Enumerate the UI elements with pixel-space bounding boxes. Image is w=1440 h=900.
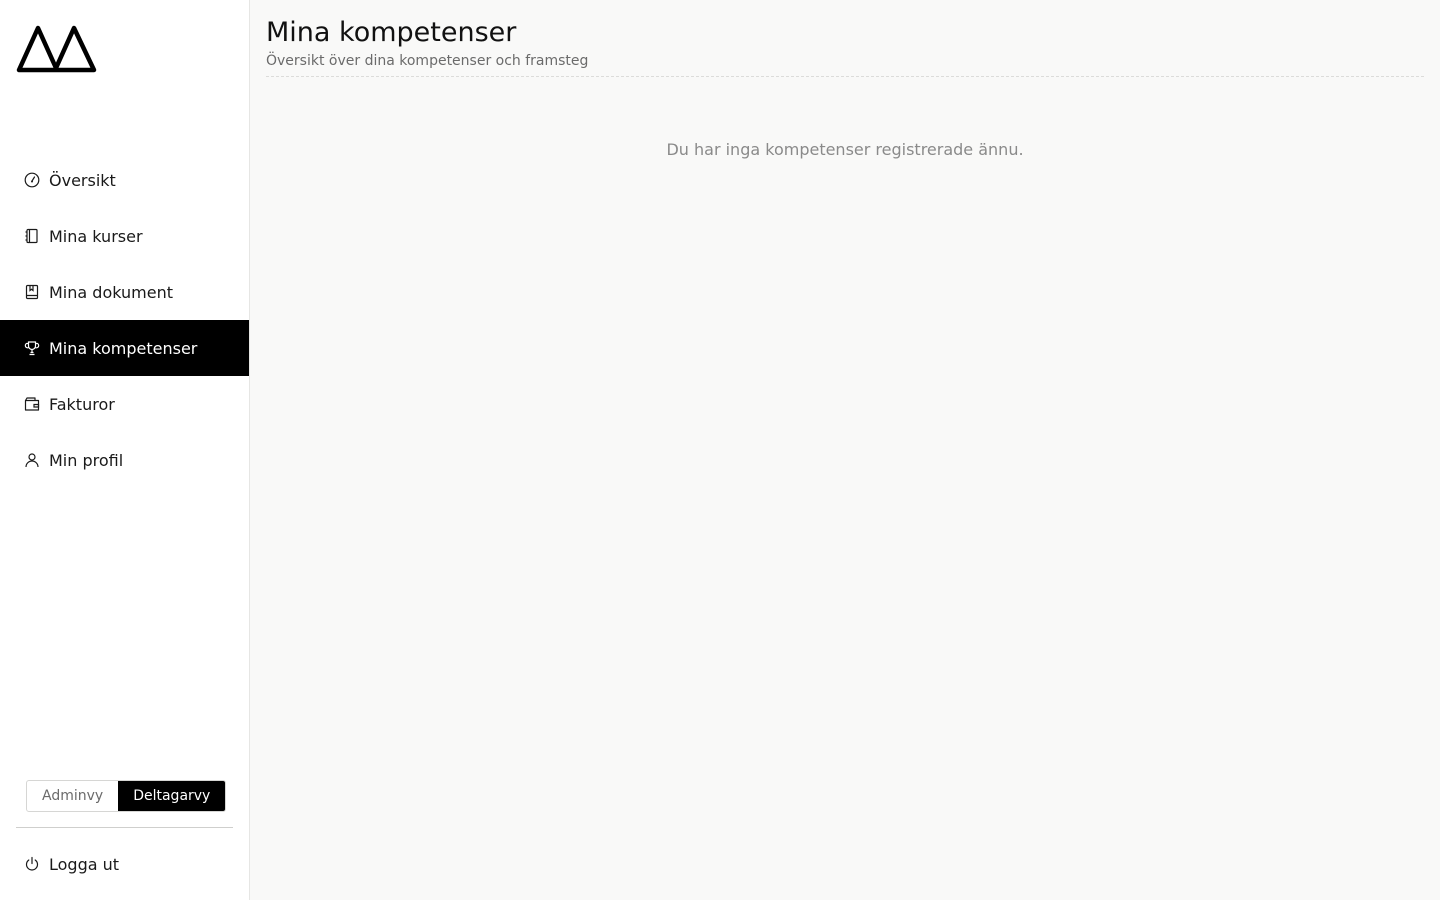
empty-state-message: Du har inga kompetenser registrerade änn… <box>666 140 1024 159</box>
admin-view-button[interactable]: Adminvy <box>27 781 118 811</box>
book-icon <box>24 284 40 300</box>
sidebar-item-oversikt[interactable]: Översikt <box>0 152 249 208</box>
logout-label: Logga ut <box>49 854 120 874</box>
sidebar-item-min-profil[interactable]: Min profil <box>0 432 249 488</box>
page-subtitle: Översikt över dina kompetenser och frams… <box>266 53 589 69</box>
logout-button[interactable]: Logga ut <box>0 836 249 892</box>
view-toggle: Adminvy Deltagarvy <box>26 780 227 812</box>
sidebar-item-label: Mina kompetenser <box>49 338 198 358</box>
user-icon <box>24 452 40 468</box>
header-divider <box>266 76 1424 77</box>
sidebar-item-label: Min profil <box>49 450 124 470</box>
brand-logo[interactable] <box>16 22 98 74</box>
sidebar-item-mina-dokument[interactable]: Mina dokument <box>0 264 249 320</box>
wallet-icon <box>24 396 40 412</box>
notebook-icon <box>24 228 40 244</box>
trophy-icon <box>24 340 40 356</box>
main-content: Mina kompetenser Översikt över dina komp… <box>266 0 1424 159</box>
sidebar-item-mina-kurser[interactable]: Mina kurser <box>0 208 249 264</box>
sidebar: Översikt Mina kurser Mina dokument Mina … <box>0 0 250 900</box>
sidebar-item-label: Mina kurser <box>49 226 143 246</box>
sidebar-item-fakturor[interactable]: Fakturor <box>0 376 249 432</box>
power-icon <box>24 856 40 872</box>
sidebar-item-label: Mina dokument <box>49 282 173 302</box>
sidebar-divider <box>16 827 233 828</box>
sidebar-item-label: Fakturor <box>49 394 115 414</box>
participant-view-button[interactable]: Deltagarvy <box>118 781 226 811</box>
sidebar-item-label: Översikt <box>49 170 116 190</box>
page-title: Mina kompetenser <box>266 17 517 48</box>
gauge-icon <box>24 172 40 188</box>
mountain-logo-icon <box>16 25 97 73</box>
sidebar-item-mina-kompetenser[interactable]: Mina kompetenser <box>0 320 249 376</box>
sidebar-nav: Översikt Mina kurser Mina dokument Mina … <box>0 152 249 488</box>
